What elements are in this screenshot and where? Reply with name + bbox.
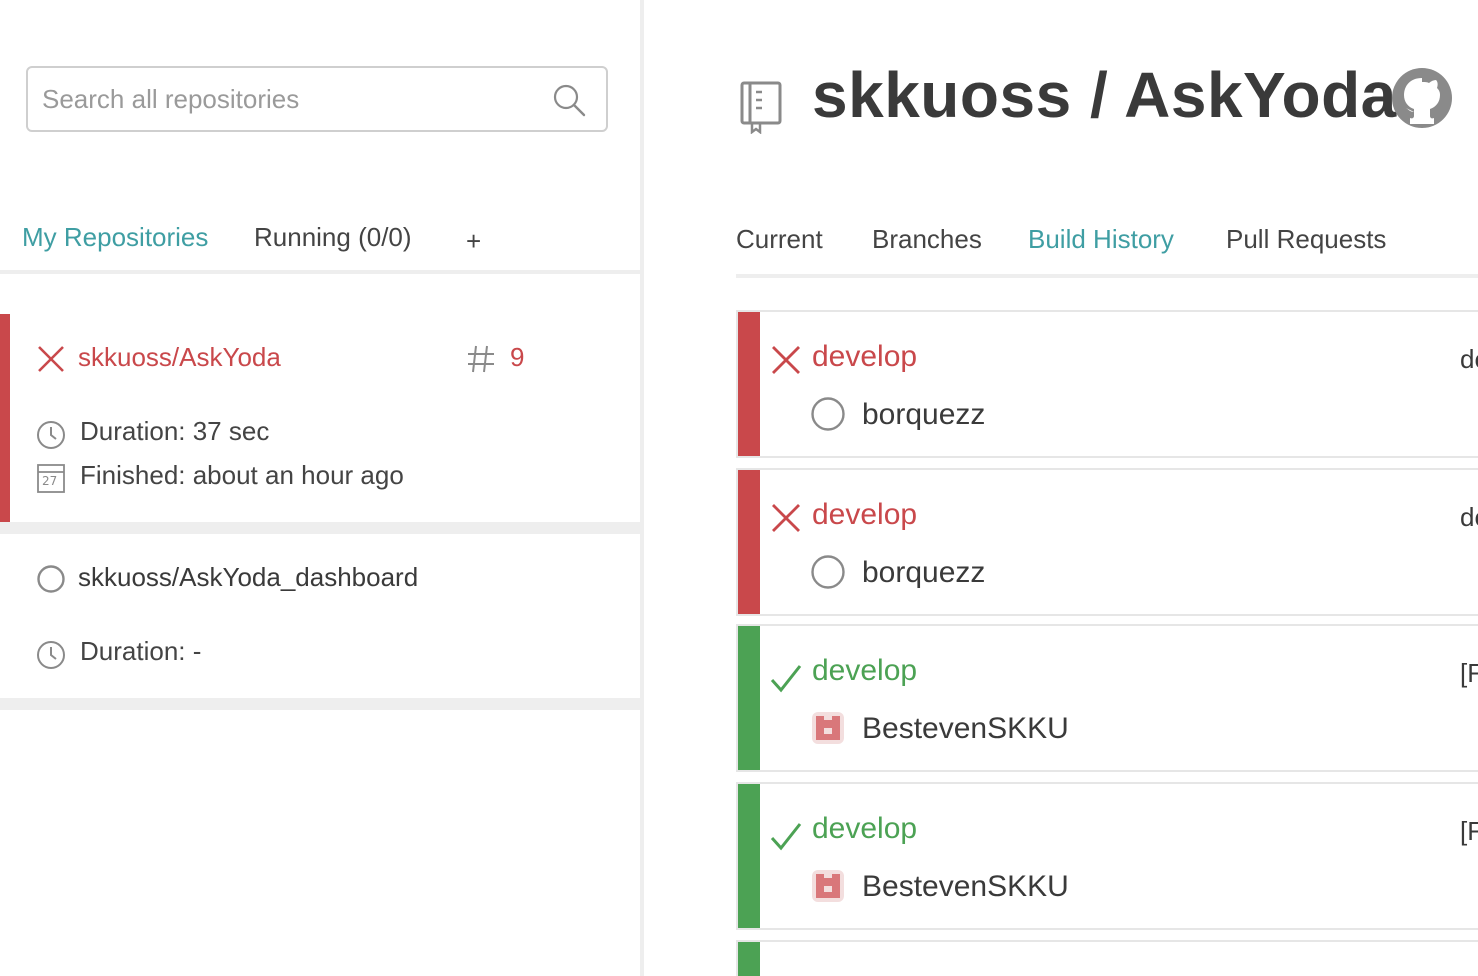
repo-book-icon — [740, 81, 782, 134]
search-input[interactable] — [42, 78, 542, 120]
tab-pull-requests[interactable]: Pull Requests — [1226, 224, 1386, 278]
repo-name-link[interactable]: skkuoss/AskYoda — [78, 342, 281, 373]
build-row[interactable]: develop borquezz de — [736, 310, 1478, 458]
branch-link[interactable]: develop — [812, 654, 917, 688]
clock-icon — [37, 421, 65, 449]
failed-icon — [38, 346, 64, 372]
branch-link[interactable]: develop — [812, 340, 917, 374]
commit-author: borquezz — [862, 398, 986, 431]
failed-icon — [772, 346, 800, 374]
search-icon[interactable] — [552, 83, 586, 117]
build-row[interactable]: develop borquezz de — [736, 468, 1478, 616]
empty-avatar-icon — [811, 555, 845, 589]
repo-item-askyoda[interactable]: skkuoss/AskYoda 9 Duration: 37 sec 27 Fi… — [0, 314, 640, 522]
repo-duration: Duration: 37 sec — [80, 416, 270, 446]
status-stripe — [738, 942, 760, 976]
tab-branches[interactable]: Branches — [872, 224, 982, 278]
commit-message: [F — [1460, 658, 1478, 688]
commit-author: BestevenSKKU — [862, 870, 1069, 903]
tab-build-history[interactable]: Build History — [1028, 224, 1174, 278]
repo-duration: Duration: - — [80, 636, 202, 666]
commit-author: BestevenSKKU — [862, 712, 1069, 745]
pane-divider — [640, 0, 644, 976]
tabs-underline — [736, 274, 1478, 278]
tabs-underline — [0, 270, 640, 274]
commit-message: de — [1460, 502, 1478, 532]
build-number-link[interactable]: 9 — [510, 342, 524, 373]
build-row[interactable] — [736, 940, 1478, 976]
tab-my-repositories[interactable]: My Repositories — [22, 222, 209, 274]
check-icon — [770, 665, 802, 693]
repo-separator — [0, 522, 640, 534]
github-icon[interactable] — [1390, 66, 1454, 130]
identicon-avatar-icon — [812, 870, 844, 902]
status-stripe — [738, 626, 760, 770]
sidebar: My Repositories Running (0/0) + skkuoss/… — [0, 0, 640, 976]
repo-item-askyoda-dashboard[interactable]: skkuoss/AskYoda_dashboard Duration: - — [0, 534, 640, 698]
check-icon — [770, 823, 802, 851]
no-build-icon — [37, 565, 65, 593]
commit-author: borquezz — [862, 556, 986, 589]
calendar-day: 27 — [42, 474, 58, 488]
repo-tabs: Current Branches Build History Pull Requ… — [736, 216, 1478, 278]
calendar-icon: 27 — [36, 462, 66, 494]
branch-link[interactable]: develop — [812, 812, 917, 846]
search-box[interactable] — [26, 66, 608, 132]
hash-icon — [468, 345, 494, 373]
status-stripe — [0, 314, 10, 522]
repo-finished: Finished: about an hour ago — [80, 460, 404, 490]
status-stripe — [738, 312, 760, 456]
identicon-avatar-icon — [812, 712, 844, 744]
branch-link[interactable]: develop — [812, 498, 917, 532]
tab-current[interactable]: Current — [736, 224, 823, 278]
commit-message: [F — [1460, 816, 1478, 846]
commit-message: de — [1460, 344, 1478, 374]
build-row[interactable]: develop BestevenSKKU [F — [736, 624, 1478, 772]
clock-icon — [37, 641, 65, 669]
tab-running[interactable]: Running (0/0) — [254, 222, 412, 274]
repo-separator — [0, 698, 640, 710]
build-row[interactable]: develop BestevenSKKU [F — [736, 782, 1478, 930]
repo-title: skkuoss / AskYoda — [812, 59, 1397, 131]
repo-name-link[interactable]: skkuoss/AskYoda_dashboard — [78, 562, 418, 593]
failed-icon — [772, 504, 800, 532]
status-stripe — [738, 784, 760, 928]
empty-avatar-icon — [811, 397, 845, 431]
sidebar-tabs: My Repositories Running (0/0) + — [0, 214, 640, 274]
status-stripe — [738, 470, 760, 614]
